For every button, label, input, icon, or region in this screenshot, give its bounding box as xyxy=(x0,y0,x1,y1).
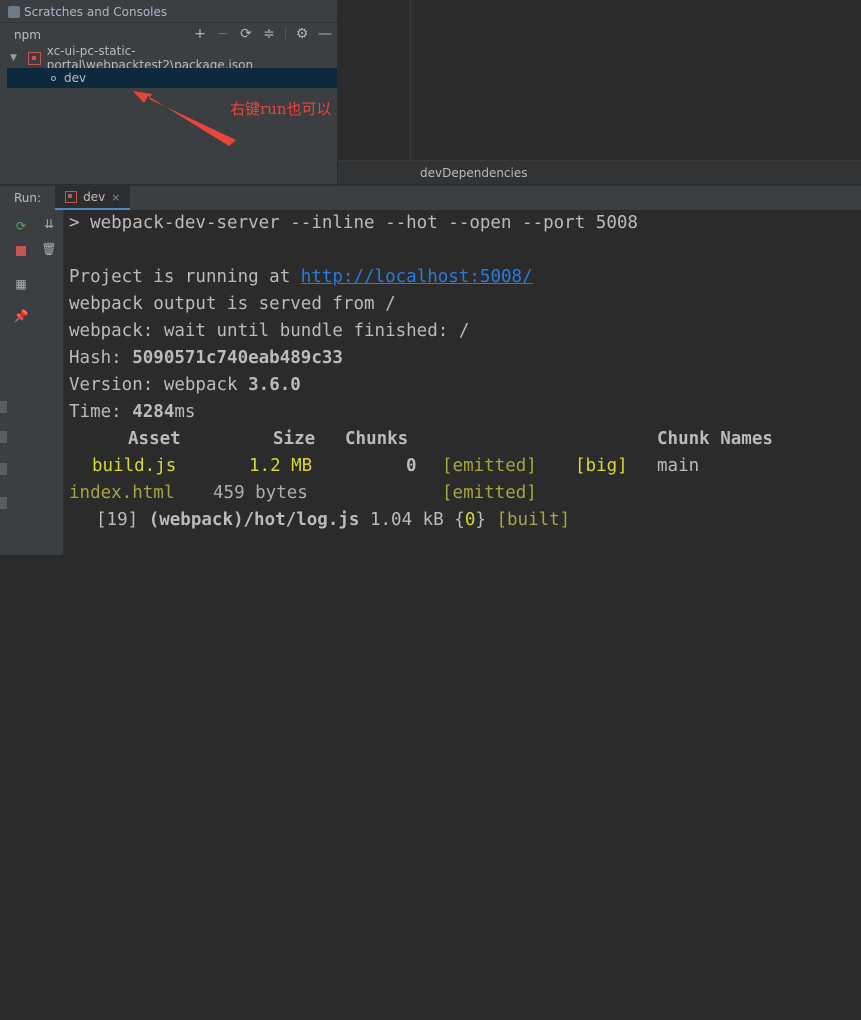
add-icon[interactable]: + xyxy=(193,26,207,42)
tab-dev-label: dev xyxy=(83,190,106,204)
rerun-icon[interactable]: ⟳ xyxy=(13,218,29,234)
toolbar-divider xyxy=(285,27,286,41)
side-tool-tabs xyxy=(0,393,8,533)
minimize-icon[interactable]: — xyxy=(318,26,332,42)
row-size: 459 bytes xyxy=(213,483,308,503)
editor-area xyxy=(338,0,861,184)
pin-icon[interactable]: 📌 xyxy=(13,308,29,324)
header-chunk-names: Chunk Names xyxy=(657,429,773,449)
row-emitted: [emitted] xyxy=(442,456,537,476)
script-bullet-icon xyxy=(51,75,56,81)
expand-arrow-icon[interactable]: ▼ xyxy=(10,53,20,63)
version-value: 3.6.0 xyxy=(248,375,301,395)
version-label: Version: webpack xyxy=(69,375,249,395)
module-chunk-close: } xyxy=(475,510,486,530)
tab-dev[interactable]: dev × xyxy=(55,186,131,210)
side-tab-marker[interactable] xyxy=(0,431,7,443)
gear-icon[interactable]: ⚙ xyxy=(295,26,309,42)
row-emitted: [emitted] xyxy=(442,483,537,503)
command-line: > webpack-dev-server --inline --hot --op… xyxy=(69,213,638,233)
running-line: Project is running at http://localhost:5… xyxy=(69,264,533,291)
scratches-item[interactable]: Scratches and Consoles xyxy=(8,3,167,21)
module-id: [19] xyxy=(96,510,139,530)
editor-breadcrumb-bar: devDependencies xyxy=(338,160,861,185)
npm-tool-window: Scratches and Consoles npm + − ⟳ ≑ ⚙ — ▼… xyxy=(0,0,338,184)
header-size: Size xyxy=(273,429,316,449)
package-json-node[interactable]: ▼ xc-ui-pc-static-portal\webpacktest2\pa… xyxy=(0,44,338,72)
refresh-icon[interactable]: ⟳ xyxy=(239,26,253,42)
run-toolbar: ⟳ ⇊ 🗑 ▦ 📌 xyxy=(8,210,64,555)
stop-icon[interactable] xyxy=(13,243,29,259)
module-line: [19] (webpack)/hot/log.js 1.04 kB {0} [b… xyxy=(96,507,570,534)
hash-line: Hash: 5090571c740eab489c33 xyxy=(69,345,343,372)
time-label: Time: xyxy=(69,402,133,422)
running-prefix: Project is running at xyxy=(69,267,301,287)
time-line: Time: 4284ms xyxy=(69,399,195,426)
dev-script-label: dev xyxy=(64,71,87,85)
row-size: 1.2 MB xyxy=(249,456,313,476)
module-size: 1.04 kB xyxy=(369,510,444,530)
time-value: 4284 xyxy=(132,402,175,422)
localhost-link[interactable]: http://localhost:5008/ xyxy=(301,267,533,287)
editor-right-margin xyxy=(410,0,411,160)
layout-icon[interactable]: ▦ xyxy=(13,276,29,292)
run-label: Run: xyxy=(14,191,42,205)
module-status: [built] xyxy=(496,510,571,530)
side-tab-marker[interactable] xyxy=(0,401,7,413)
header-asset: Asset xyxy=(128,429,181,449)
side-tab-marker[interactable] xyxy=(0,463,7,475)
npm-tab-icon xyxy=(65,191,78,203)
hash-label: Hash: xyxy=(69,348,133,368)
row-chunk-name: main xyxy=(657,456,700,476)
wait-line: webpack: wait until bundle finished: / xyxy=(69,321,470,341)
collapse-icon[interactable]: ≑ xyxy=(262,26,276,42)
npm-title: npm xyxy=(14,28,41,42)
side-tab-marker[interactable] xyxy=(0,497,7,509)
dev-script-node[interactable]: dev xyxy=(7,68,338,88)
version-line: Version: webpack 3.6.0 xyxy=(69,372,301,399)
time-unit: ms xyxy=(174,402,196,422)
header-chunks: Chunks xyxy=(345,429,409,449)
npm-package-icon xyxy=(27,51,41,65)
row-flag: [big] xyxy=(575,456,628,476)
annotation-text: 右键run也可以 xyxy=(230,100,332,118)
breadcrumb-devdependencies[interactable]: devDependencies xyxy=(420,166,528,180)
remove-icon[interactable]: − xyxy=(216,26,230,42)
row-chunk: 0 xyxy=(406,456,417,476)
module-chunk-open: { xyxy=(454,510,465,530)
soft-wrap-icon[interactable]: ⇊ xyxy=(41,216,57,232)
row-asset: index.html xyxy=(69,483,175,503)
scratches-label: Scratches and Consoles xyxy=(24,5,168,19)
module-path: (webpack)/hot/log.js xyxy=(148,510,360,530)
row-asset: build.js xyxy=(92,456,177,476)
run-panel-header: Run: dev × xyxy=(0,185,861,211)
scratches-icon xyxy=(8,6,20,18)
close-icon[interactable]: × xyxy=(111,191,120,204)
module-chunk: 0 xyxy=(464,510,476,530)
output-served-line: webpack output is served from / xyxy=(69,294,396,314)
hash-value: 5090571c740eab489c33 xyxy=(132,348,343,368)
trash-icon[interactable]: 🗑 xyxy=(41,241,57,257)
console-output[interactable]: > webpack-dev-server --inline --hot --op… xyxy=(64,210,861,555)
